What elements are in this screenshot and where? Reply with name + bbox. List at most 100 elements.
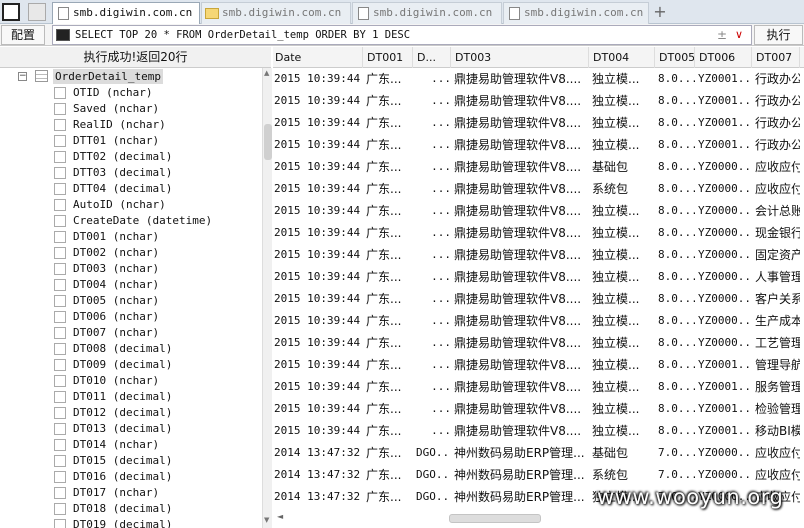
tab-2[interactable]: smb.digiwin.com.cn (201, 2, 351, 24)
table-row[interactable]: 2015 10:39:44 广东...... 鼎捷易助管理软件V8.... 独立模..… (273, 134, 804, 156)
table-cell: YZ0001... (698, 424, 752, 437)
field-checkbox[interactable] (54, 407, 66, 419)
dropdown-icon[interactable]: ∨ (735, 28, 743, 41)
plus-minus-icon[interactable]: ± (717, 28, 727, 42)
field-checkbox[interactable] (54, 263, 66, 275)
table-cell: ... (431, 402, 451, 415)
table-row[interactable]: 2015 10:39:44 广东...... 鼎捷易助管理软件V8.... 独立模..… (273, 244, 804, 266)
table-cell: ... (431, 424, 451, 437)
table-cell: 广东... (366, 336, 402, 350)
tab-3[interactable]: smb.digiwin.com.cn (352, 2, 502, 24)
table-cell: 8.0... (658, 270, 695, 283)
field-checkbox[interactable] (54, 391, 66, 403)
field-checkbox[interactable] (54, 151, 66, 163)
field-label: CreateDate (datetime) (73, 214, 213, 227)
table-row[interactable]: 2015 10:39:44 广东...... 鼎捷易助管理软件V8.... 独立模..… (273, 222, 804, 244)
field-checkbox[interactable] (54, 119, 66, 131)
table-row[interactable]: 2015 10:39:44 广东...... 鼎捷易助管理软件V8.... 独立模..… (273, 90, 804, 112)
sql-input[interactable]: SELECT TOP 20 * FROM OrderDetail_temp OR… (52, 25, 752, 45)
schema-tree[interactable]: − OrderDetail_temp OTID (nchar) Saved (nc… (0, 68, 262, 528)
table-cell: 应收应付 (755, 446, 800, 460)
table-cell: 2015 10:39:44 (274, 336, 361, 349)
field-checkbox[interactable] (54, 279, 66, 291)
tab-1[interactable]: smb.digiwin.com.cn (52, 2, 200, 24)
field-checkbox[interactable] (54, 231, 66, 243)
field-checkbox[interactable] (54, 215, 66, 227)
column-header[interactable]: DT007 (754, 47, 800, 68)
field-checkbox[interactable] (54, 247, 66, 259)
field-label: DTT04 (decimal) (73, 182, 173, 195)
field-label: DT017 (nchar) (73, 486, 160, 499)
field-checkbox[interactable] (54, 199, 66, 211)
table-row[interactable]: 2015 10:39:44 广东...... 鼎捷易助管理软件V8.... 独立模..… (273, 288, 804, 310)
table-cell: 鼎捷易助管理软件V8.... (454, 380, 582, 394)
table-cell: 神州数码易助ERP管理... (454, 468, 585, 482)
table-row[interactable]: 2015 10:39:44 广东...... 鼎捷易助管理软件V8.... 独立模..… (273, 310, 804, 332)
field-checkbox[interactable] (54, 183, 66, 195)
column-header[interactable]: D... (415, 47, 451, 68)
field-label: DT019 (decimal) (73, 518, 173, 528)
table-row[interactable]: 2015 10:39:44 广东...... 鼎捷易助管理软件V8.... 系统包 8.… (273, 178, 804, 200)
grid-icon[interactable] (28, 3, 46, 21)
field-checkbox[interactable] (54, 103, 66, 115)
field-checkbox[interactable] (54, 295, 66, 307)
column-header[interactable]: DT005 (657, 47, 695, 68)
execute-button[interactable]: 执行 (754, 25, 803, 45)
table-cell: YZ0000... (698, 446, 752, 459)
field-checkbox[interactable] (54, 375, 66, 387)
field-checkbox[interactable] (54, 519, 66, 528)
table-cell: 2015 10:39:44 (274, 380, 361, 393)
table-row[interactable]: 2015 10:39:44 广东...... 鼎捷易助管理软件V8.... 独立模..… (273, 112, 804, 134)
column-header[interactable]: DT003 (453, 47, 589, 68)
window-icon[interactable] (2, 3, 20, 21)
hscroll-thumb[interactable] (449, 514, 541, 523)
table-row[interactable]: 2015 10:39:44 广东...... 鼎捷易助管理软件V8.... 独立模..… (273, 200, 804, 222)
table-name[interactable]: OrderDetail_temp (53, 69, 163, 84)
table-cell: 8.0... (658, 226, 695, 239)
query-toolbar: 配置 SELECT TOP 20 * FROM OrderDetail_temp… (0, 24, 804, 46)
field-checkbox[interactable] (54, 471, 66, 483)
scroll-up-icon[interactable]: ▲ (264, 69, 269, 77)
table-cell: ... (431, 226, 451, 239)
config-button[interactable]: 配置 (1, 25, 45, 45)
table-row[interactable]: 2015 10:39:44 广东...... 鼎捷易助管理软件V8.... 独立模..… (273, 266, 804, 288)
column-header[interactable]: DT001 (365, 47, 413, 68)
table-cell: ... (431, 116, 451, 129)
scroll-down-icon[interactable]: ▼ (264, 516, 269, 524)
table-row[interactable]: 2015 10:39:44 广东...... 鼎捷易助管理软件V8.... 独立模..… (273, 354, 804, 376)
column-header[interactable]: DT006 (697, 47, 752, 68)
field-checkbox[interactable] (54, 135, 66, 147)
table-cell: 服务管理 (755, 380, 800, 394)
table-row[interactable]: 2015 10:39:44 广东...... 鼎捷易助管理软件V8.... 独立模..… (273, 68, 804, 90)
tab-4[interactable]: smb.digiwin.com.cn (503, 2, 649, 24)
table-row[interactable]: 2015 10:39:44 广东...... 鼎捷易助管理软件V8.... 独立模..… (273, 332, 804, 354)
field-checkbox[interactable] (54, 343, 66, 355)
results-grid[interactable]: DateDT001D...DT003DT004DT005DT006DT007D … (273, 47, 804, 528)
table-row[interactable]: 2014 13:47:32 广东... DGO...神州数码易助ERP管理... 基础… (273, 442, 804, 464)
table-row[interactable]: 2015 10:39:44 广东...... 鼎捷易助管理软件V8.... 独立模..… (273, 398, 804, 420)
column-header[interactable]: DT004 (591, 47, 655, 68)
scroll-thumb[interactable] (264, 124, 272, 160)
tab-label: smb.digiwin.com.cn (373, 6, 493, 19)
scroll-left-icon[interactable]: ◄ (277, 512, 283, 521)
table-row[interactable]: 2015 10:39:44 广东...... 鼎捷易助管理软件V8.... 基础包 8.… (273, 156, 804, 178)
column-header[interactable]: Date (273, 47, 363, 68)
field-checkbox[interactable] (54, 455, 66, 467)
table-row[interactable]: 2014 13:47:32 广东... DGO...神州数码易助ERP管理... 系统… (273, 464, 804, 486)
field-checkbox[interactable] (54, 327, 66, 339)
field-checkbox[interactable] (54, 439, 66, 451)
field-checkbox[interactable] (54, 359, 66, 371)
field-checkbox[interactable] (54, 311, 66, 323)
field-checkbox[interactable] (54, 423, 66, 435)
table-row[interactable]: 2015 10:39:44 广东...... 鼎捷易助管理软件V8.... 独立模..… (273, 420, 804, 442)
table-cell: 广东... (366, 292, 402, 306)
field-checkbox[interactable] (54, 503, 66, 515)
field-checkbox[interactable] (54, 87, 66, 99)
field-checkbox[interactable] (54, 167, 66, 179)
table-row[interactable]: 2015 10:39:44 广东...... 鼎捷易助管理软件V8.... 独立模..… (273, 376, 804, 398)
field-checkbox[interactable] (54, 487, 66, 499)
tree-scrollbar[interactable]: ▲ ▼ (262, 68, 272, 528)
grid-hscrollbar[interactable]: ◄ (277, 512, 804, 524)
new-tab-button[interactable]: + (652, 2, 668, 22)
collapse-icon[interactable]: − (18, 72, 27, 81)
